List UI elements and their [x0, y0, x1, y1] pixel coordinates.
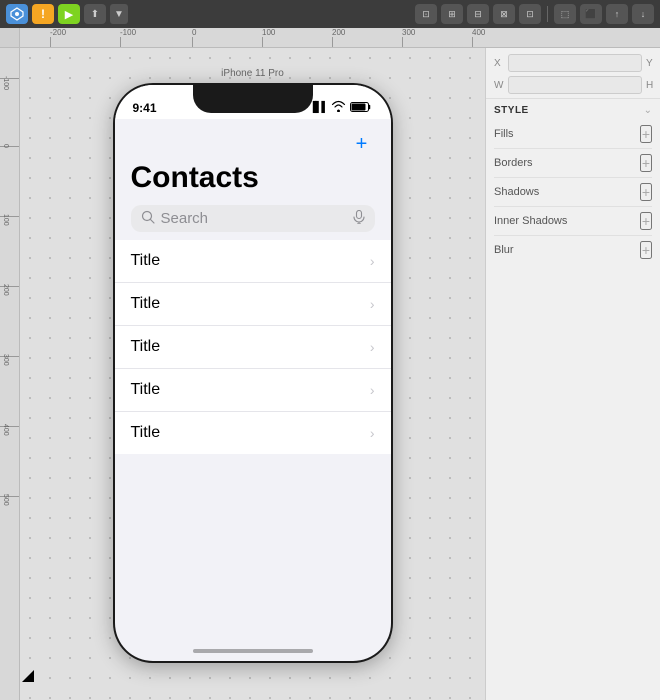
contact-title: Title	[131, 424, 161, 442]
borders-label: Borders	[494, 157, 533, 169]
contact-title: Title	[131, 381, 161, 399]
style-title: STYLE	[494, 105, 529, 116]
main-area: -100 0 100 200 300 400 500 iPhone 11 Pro…	[0, 48, 660, 700]
contact-title: Title	[131, 295, 161, 313]
share-icon-btn[interactable]: ⬆	[84, 4, 106, 24]
phone-bottom-area	[115, 454, 391, 614]
right-panel: X Y W H ⛓ ↻ STYLE ⌄	[485, 48, 660, 700]
phone-notch	[193, 85, 313, 113]
coord-x: X	[494, 54, 642, 72]
contact-item[interactable]: Title ›	[115, 412, 391, 454]
bring-forward-btn[interactable]: ↑	[606, 4, 628, 24]
app-content: + Contacts Search	[115, 119, 391, 614]
chevron-right-icon: ›	[370, 296, 375, 312]
y-label: Y	[646, 58, 656, 69]
search-bar[interactable]: Search	[131, 205, 375, 232]
shadows-label: Shadows	[494, 186, 539, 198]
cursor	[22, 670, 34, 682]
phone-inner: 9:41 ▐▌▌	[115, 85, 391, 661]
play-icon-btn[interactable]: ▶	[58, 4, 80, 24]
contact-title: Title	[131, 338, 161, 356]
contacts-title: Contacts	[131, 161, 375, 195]
style-expand-icon[interactable]: ⌄	[644, 105, 652, 116]
blur-label: Blur	[494, 244, 514, 256]
search-icon	[141, 210, 155, 227]
phone-mockup-wrapper: iPhone 11 Pro 9:41 ▐▌▌	[113, 68, 393, 663]
ruler-horizontal: -200 -100 0 100 200 300 400	[20, 28, 660, 48]
view-dropdown[interactable]: ▼	[110, 4, 128, 24]
chevron-right-icon: ›	[370, 382, 375, 398]
toolbar: ! ▶ ⬆ ▼ ⊡ ⊞ ⊟ ⊠ ⊡ ⬚ ⬛ ↑ ↓	[0, 0, 660, 28]
phone-label: iPhone 11 Pro	[113, 68, 393, 79]
dropdown-label: ▼	[114, 9, 124, 20]
borders-row: Borders +	[494, 149, 652, 178]
alert-icon-btn[interactable]: !	[32, 4, 54, 24]
contact-item[interactable]: Title ›	[115, 283, 391, 326]
fills-add-button[interactable]: +	[640, 125, 652, 143]
fills-label: Fills	[494, 128, 514, 140]
shadows-add-button[interactable]: +	[640, 183, 652, 201]
h-label: H	[646, 80, 656, 91]
borders-add-button[interactable]: +	[640, 154, 652, 172]
contacts-header: + Contacts Search	[115, 119, 391, 240]
chevron-right-icon: ›	[370, 339, 375, 355]
toolbar-right: ⊡ ⊞ ⊟ ⊠ ⊡ ⬚ ⬛ ↑ ↓	[415, 4, 654, 24]
group-btn[interactable]: ⬚	[554, 4, 576, 24]
send-backward-btn[interactable]: ↓	[632, 4, 654, 24]
style-header: STYLE ⌄	[494, 105, 652, 116]
inner-shadows-row: Inner Shadows +	[494, 207, 652, 236]
canvas-area[interactable]: iPhone 11 Pro 9:41 ▐▌▌	[20, 48, 485, 700]
share-icon: ⬆	[91, 9, 99, 20]
contact-title: Title	[131, 252, 161, 270]
wifi-icon	[331, 100, 346, 115]
inner-shadows-add-button[interactable]: +	[640, 212, 652, 230]
ruler-container: -200 -100 0 100 200 300 400	[0, 28, 660, 48]
coord-w: W	[494, 76, 642, 94]
status-time: 9:41	[133, 101, 157, 115]
ungroup-btn[interactable]: ⬛	[580, 4, 602, 24]
microphone-icon	[353, 210, 365, 227]
home-indicator	[193, 649, 313, 653]
coord-y: Y	[646, 54, 660, 72]
align-right-btn[interactable]: ⊟	[467, 4, 489, 24]
play-icon: ▶	[65, 8, 73, 21]
distribute-v-btn[interactable]: ⊡	[519, 4, 541, 24]
contacts-top-row: +	[131, 131, 375, 157]
blur-row: Blur +	[494, 236, 652, 264]
chevron-right-icon: ›	[370, 425, 375, 441]
add-contact-button[interactable]: +	[349, 131, 375, 157]
ruler-corner	[0, 28, 20, 48]
distribute-h-btn[interactable]: ⊠	[493, 4, 515, 24]
contacts-list: Title › Title › Title ›	[115, 240, 391, 454]
w-input[interactable]	[508, 76, 642, 94]
x-label: X	[494, 58, 504, 69]
search-placeholder: Search	[161, 210, 347, 227]
fills-row: Fills +	[494, 120, 652, 149]
alert-icon: !	[41, 7, 45, 21]
coord-h: H ⛓ ↻	[646, 76, 660, 94]
inner-shadows-label: Inner Shadows	[494, 215, 567, 227]
contact-item[interactable]: Title ›	[115, 240, 391, 283]
x-input[interactable]	[508, 54, 642, 72]
chevron-right-icon: ›	[370, 253, 375, 269]
align-center-btn[interactable]: ⊞	[441, 4, 463, 24]
align-left-btn[interactable]: ⊡	[415, 4, 437, 24]
phone-mockup: 9:41 ▐▌▌	[113, 83, 393, 663]
status-icons: ▐▌▌	[309, 100, 372, 115]
toolbar-divider	[547, 6, 548, 22]
blur-add-button[interactable]: +	[640, 241, 652, 259]
shadows-row: Shadows +	[494, 178, 652, 207]
contact-item[interactable]: Title ›	[115, 326, 391, 369]
contact-item[interactable]: Title ›	[115, 369, 391, 412]
sketch-icon-btn[interactable]	[6, 4, 28, 24]
battery-icon	[350, 101, 372, 115]
signal-icon: ▐▌▌	[309, 102, 327, 113]
style-section: STYLE ⌄ Fills + Borders + Shadows + Inne…	[486, 99, 660, 270]
coords-section: X Y W H ⛓ ↻	[486, 48, 660, 99]
ruler-vertical: -100 0 100 200 300 400 500	[0, 48, 20, 700]
toolbar-left: ! ▶ ⬆ ▼	[6, 4, 128, 24]
w-label: W	[494, 80, 504, 91]
